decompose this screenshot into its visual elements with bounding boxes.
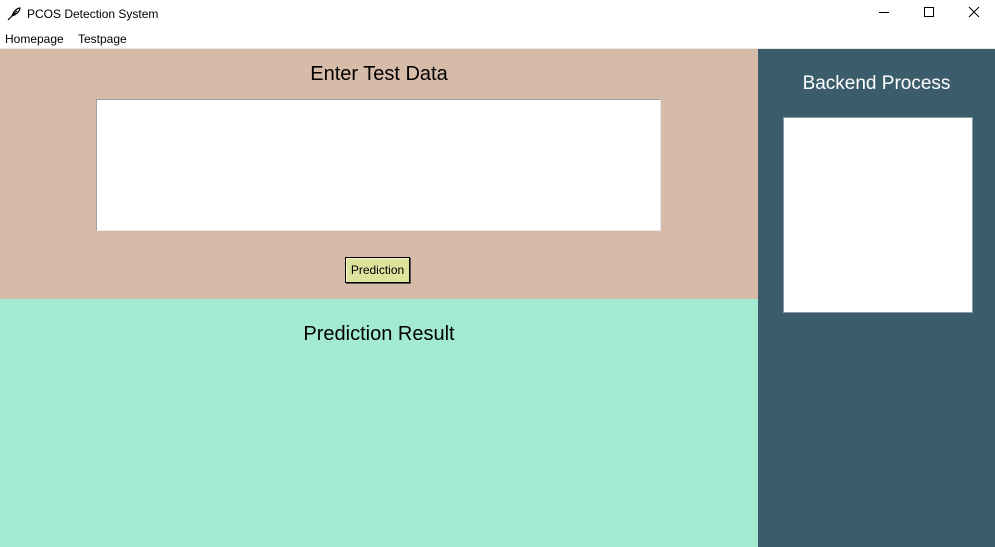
menu-bar: Homepage Testpage [0,29,995,48]
close-icon [968,5,980,23]
test-data-input[interactable] [96,99,661,231]
maximize-button[interactable] [906,0,952,28]
feather-pen-icon [6,6,22,22]
minimize-button[interactable] [861,0,907,28]
menu-item-testpage[interactable]: Testpage [78,31,127,47]
window-title: PCOS Detection System [27,7,159,21]
prediction-button[interactable]: Prediction [345,257,410,283]
prediction-result-panel: Prediction Result [0,299,758,547]
menu-item-homepage[interactable]: Homepage [5,31,64,47]
minimize-icon [878,5,890,23]
test-data-heading: Enter Test Data [310,63,448,85]
maximize-icon [923,5,935,23]
title-bar: PCOS Detection System [0,0,995,28]
backend-process-panel: Backend Process [758,49,995,547]
prediction-result-heading: Prediction Result [303,323,455,345]
backend-process-heading: Backend Process [802,73,951,94]
backend-process-output [783,117,973,313]
close-button[interactable] [951,0,995,28]
test-data-panel: Enter Test Data Prediction [0,49,758,299]
